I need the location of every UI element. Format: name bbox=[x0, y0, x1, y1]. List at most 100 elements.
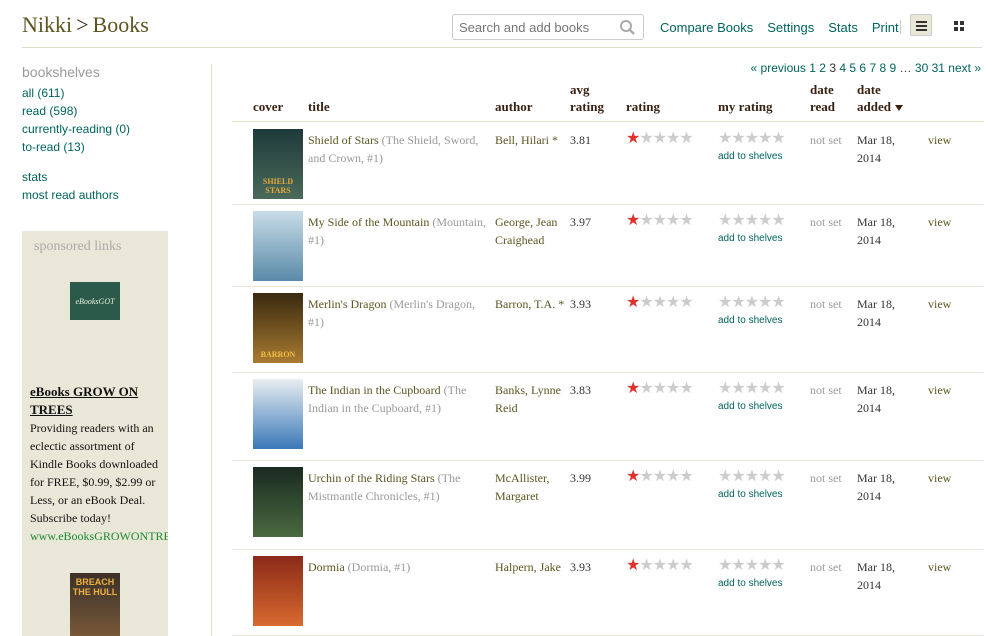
view-review-link[interactable]: view bbox=[928, 558, 951, 576]
settings-link[interactable]: Settings bbox=[767, 20, 814, 35]
add-to-shelves-link[interactable]: add to shelves bbox=[718, 151, 783, 162]
add-to-shelves-link[interactable]: add to shelves bbox=[718, 233, 783, 244]
column-my-rating[interactable]: my rating bbox=[718, 98, 773, 115]
breadcrumb-user-link[interactable]: Nikki bbox=[22, 12, 72, 37]
author-link[interactable]: Barron, T.A. * bbox=[495, 295, 567, 313]
my-rating-stars[interactable]: ★★★★★ bbox=[718, 131, 786, 147]
column-author[interactable]: author bbox=[495, 98, 533, 115]
book-series: (Dormia, #1) bbox=[347, 560, 411, 574]
pagination-ellipsis: … bbox=[899, 61, 912, 75]
author-link[interactable]: McAllister, Margaret bbox=[495, 469, 567, 505]
search-input[interactable] bbox=[453, 15, 617, 39]
list-view-button[interactable] bbox=[910, 14, 932, 36]
my-rating-stars[interactable]: ★★★★★ bbox=[718, 469, 786, 485]
column-date-read[interactable]: date read bbox=[810, 81, 835, 115]
book-cover-image[interactable] bbox=[253, 467, 303, 537]
list-view-icon bbox=[916, 21, 927, 23]
date-added-value: Mar 18, 2014 bbox=[857, 471, 895, 503]
stats-link-sidebar[interactable]: stats bbox=[22, 168, 202, 186]
page-link[interactable]: 9 bbox=[890, 61, 897, 75]
page-link[interactable]: 31 bbox=[932, 61, 945, 75]
author-link[interactable]: Bell, Hilari * bbox=[495, 131, 567, 149]
author-link[interactable]: Halpern, Jake bbox=[495, 558, 567, 576]
breadcrumb-books-link[interactable]: Books bbox=[93, 12, 149, 37]
shelf-to-read[interactable]: to-read (13) bbox=[22, 138, 202, 156]
add-to-shelves-link[interactable]: add to shelves bbox=[718, 315, 783, 326]
column-rating[interactable]: rating bbox=[626, 98, 660, 115]
book-title: My Side of the Mountain (Mountain, #1) bbox=[308, 213, 492, 249]
date-read-value: not set bbox=[810, 215, 842, 229]
book-title-link[interactable]: My Side of the Mountain bbox=[308, 215, 429, 229]
rating-stars: ★★★★★ bbox=[626, 130, 694, 147]
book-title-link[interactable]: Shield of Stars bbox=[308, 133, 379, 147]
pagination: « previous 1 2 3 4 5 6 7 8 9 … 30 31 nex… bbox=[751, 61, 981, 75]
column-date-added[interactable]: date added bbox=[857, 81, 903, 115]
view-review-link[interactable]: view bbox=[928, 295, 951, 313]
avg-rating-value: 3.93 bbox=[570, 560, 591, 574]
page-link[interactable]: 8 bbox=[879, 61, 886, 75]
column-cover[interactable]: cover bbox=[253, 98, 283, 115]
book-cover-image[interactable]: SHIELD STARS bbox=[253, 129, 303, 199]
print-link[interactable]: Print bbox=[872, 20, 899, 35]
page-link[interactable]: 1 bbox=[809, 61, 816, 75]
book-cover-image[interactable] bbox=[253, 379, 303, 449]
ad-book-image[interactable]: BREACH THE HULL bbox=[70, 573, 120, 636]
page-link[interactable]: 7 bbox=[869, 61, 876, 75]
search-icon[interactable] bbox=[619, 19, 637, 35]
page-link[interactable]: 4 bbox=[839, 61, 846, 75]
book-title: The Indian in the Cupboard (The Indian i… bbox=[308, 381, 492, 417]
book-row: BARRON Merlin's Dragon (Merlin's Dragon, … bbox=[232, 287, 984, 373]
author-link[interactable]: Banks, Lynne Reid bbox=[495, 381, 567, 417]
my-rating-stars[interactable]: ★★★★★ bbox=[718, 381, 786, 397]
date-added-value: Mar 18, 2014 bbox=[857, 215, 895, 247]
ad-body: eBooks GROW ON TREES Providing readers w… bbox=[30, 383, 168, 545]
book-title-link[interactable]: Merlin's Dragon bbox=[308, 297, 386, 311]
view-review-link[interactable]: view bbox=[928, 213, 951, 231]
sponsored-links-heading: sponsored links bbox=[34, 239, 122, 254]
add-to-shelves-link[interactable]: add to shelves bbox=[718, 401, 783, 412]
book-title: Urchin of the Riding Stars (The Mistmant… bbox=[308, 469, 492, 505]
cover-caption: BARRON bbox=[260, 350, 296, 359]
grid-view-button[interactable] bbox=[948, 14, 970, 36]
next-page-link[interactable]: next » bbox=[948, 61, 981, 75]
book-title-link[interactable]: The Indian in the Cupboard bbox=[308, 383, 441, 397]
sidebar: bookshelves all (611) read (598) current… bbox=[22, 64, 202, 204]
author-link[interactable]: George, Jean Craighead bbox=[495, 213, 567, 249]
my-rating-stars[interactable]: ★★★★★ bbox=[718, 295, 786, 311]
page-link[interactable]: 30 bbox=[915, 61, 928, 75]
most-read-authors-link[interactable]: most read authors bbox=[22, 186, 202, 204]
book-row: Urchin of the Riding Stars (The Mistmant… bbox=[232, 461, 984, 550]
shelf-read[interactable]: read (598) bbox=[22, 102, 202, 120]
avg-rating-value: 3.99 bbox=[570, 471, 591, 485]
shelf-all[interactable]: all (611) bbox=[22, 84, 202, 102]
page-link[interactable]: 6 bbox=[859, 61, 866, 75]
ad-title-link[interactable]: eBooks GROW ON TREES bbox=[30, 383, 168, 419]
book-title: Dormia (Dormia, #1) bbox=[308, 558, 492, 576]
ad-url-link[interactable]: www.eBooksGROWONTREES.com bbox=[30, 527, 168, 545]
header-links: Compare Books Settings Stats Print bbox=[660, 20, 913, 35]
date-read-value: not set bbox=[810, 471, 842, 485]
stats-link[interactable]: Stats bbox=[828, 20, 858, 35]
book-cover-image[interactable] bbox=[253, 211, 303, 281]
column-title[interactable]: title bbox=[308, 98, 330, 115]
book-title-link[interactable]: Urchin of the Riding Stars bbox=[308, 471, 435, 485]
page-link[interactable]: 2 bbox=[819, 61, 826, 75]
column-avg-rating[interactable]: avg rating bbox=[570, 81, 604, 115]
book-row: SHIELD STARS Shield of Stars (The Shield,… bbox=[232, 123, 984, 205]
book-cover-image[interactable]: BARRON bbox=[253, 293, 303, 363]
my-rating-stars[interactable]: ★★★★★ bbox=[718, 213, 786, 229]
rating-stars: ★★★★★ bbox=[626, 294, 694, 311]
add-to-shelves-link[interactable]: add to shelves bbox=[718, 489, 783, 500]
ad-logo-image[interactable]: eBooksGOT bbox=[70, 282, 120, 320]
view-review-link[interactable]: view bbox=[928, 131, 951, 149]
book-title-link[interactable]: Dormia bbox=[308, 560, 345, 574]
book-cover-image[interactable] bbox=[253, 556, 303, 626]
previous-page-link[interactable]: « previous bbox=[751, 61, 806, 75]
compare-books-link[interactable]: Compare Books bbox=[660, 20, 753, 35]
add-to-shelves-link[interactable]: add to shelves bbox=[718, 578, 783, 589]
my-rating-stars[interactable]: ★★★★★ bbox=[718, 558, 786, 574]
page-link[interactable]: 5 bbox=[849, 61, 856, 75]
shelf-currently-reading[interactable]: currently-reading (0) bbox=[22, 120, 202, 138]
view-review-link[interactable]: view bbox=[928, 469, 951, 487]
view-review-link[interactable]: view bbox=[928, 381, 951, 399]
